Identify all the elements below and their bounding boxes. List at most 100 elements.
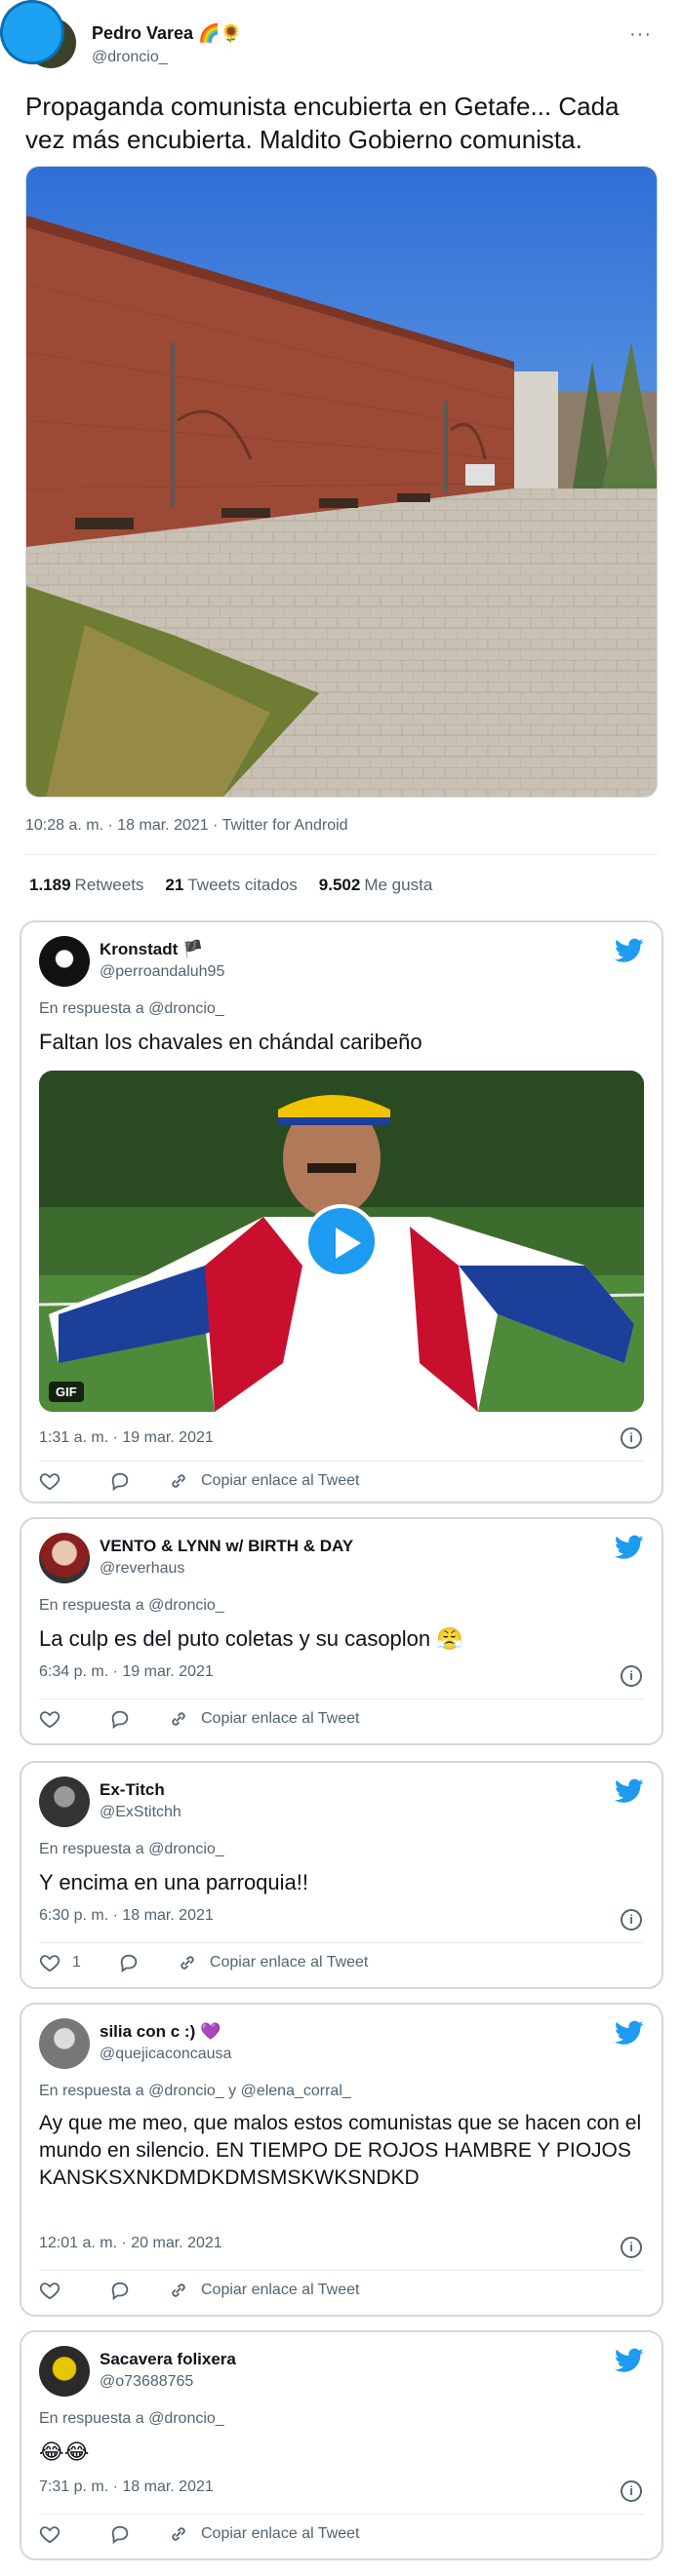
link-icon — [172, 2283, 185, 2297]
info-icon[interactable]: i — [621, 2237, 642, 2258]
play-icon[interactable] — [304, 1204, 379, 1278]
like-button[interactable] — [39, 1470, 72, 1492]
avatar[interactable] — [39, 936, 90, 987]
like-button[interactable] — [39, 2523, 72, 2545]
twitter-bird-icon[interactable] — [615, 1778, 644, 1804]
likes-stat[interactable]: 9.502 Me gusta — [319, 876, 432, 895]
heart-icon — [39, 1711, 60, 1729]
divider — [39, 2270, 644, 2271]
like-button[interactable] — [39, 2280, 72, 2301]
reply-button[interactable] — [109, 2280, 131, 2301]
more-icon[interactable]: ··· — [629, 23, 652, 46]
author-handle[interactable]: @o73688765 — [100, 2373, 193, 2391]
info-icon[interactable]: i — [621, 1427, 642, 1449]
heart-icon — [39, 1955, 60, 1972]
tweet-timestamp[interactable]: 12:01 a. m. · 20 mar. 2021 — [39, 2235, 222, 2252]
reply-icon — [111, 1710, 129, 1730]
reply-context[interactable]: En respuesta a @droncio_ — [39, 1597, 224, 1615]
gif-badge: GIF — [49, 1382, 84, 1402]
reply-context[interactable]: En respuesta a @droncio_ y @elena_corral… — [39, 2083, 351, 2100]
gif-media[interactable]: GIF — [39, 1071, 644, 1412]
copy-link-button[interactable]: Copiar enlace al Tweet — [177, 1952, 368, 1973]
reply-text: Faltan los chavales en chándal caribeño — [39, 1030, 422, 1054]
reply-card[interactable]: Ex-Titch @ExStitchh En respuesta a @dron… — [20, 1761, 663, 1989]
main-tweet-header: Pedro Varea 🌈🌻 @droncio_ ··· — [25, 14, 658, 72]
quotes-stat[interactable]: 21 Tweets citados — [165, 876, 297, 895]
link-icon — [181, 1956, 194, 1970]
author-handle[interactable]: @quejicaconcausa — [100, 2046, 231, 2063]
tweet-actions: Copiar enlace al Tweet — [39, 1470, 359, 1492]
copy-link-button[interactable]: Copiar enlace al Tweet — [168, 2280, 359, 2301]
heart-icon — [39, 2283, 60, 2300]
tweet-actions: Copiar enlace al Tweet — [39, 1708, 359, 1730]
tweet-timestamp[interactable]: 7:31 p. m. · 18 mar. 2021 — [39, 2478, 214, 2496]
copy-link-button[interactable]: Copiar enlace al Tweet — [168, 2523, 359, 2545]
author-handle[interactable]: @reverhaus — [100, 1560, 184, 1578]
reply-card[interactable]: VENTO & LYNN w/ BIRTH & DAY @reverhaus E… — [20, 1517, 663, 1745]
like-button[interactable] — [39, 1708, 72, 1730]
tweet-timestamp[interactable]: 6:30 p. m. · 18 mar. 2021 — [39, 1907, 214, 1925]
divider — [39, 1942, 644, 1943]
avatar[interactable] — [39, 1776, 90, 1827]
tweet-actions: 1 Copiar enlace al Tweet — [39, 1952, 368, 1973]
divider — [39, 1698, 644, 1699]
tweet-timestamp[interactable]: 6:34 p. m. · 19 mar. 2021 — [39, 1663, 214, 1681]
reply-text: Y encima en una parroquia!! — [39, 1870, 308, 1894]
avatar[interactable] — [39, 2018, 90, 2069]
reply-card[interactable]: silia con c :) 💜 @quejicaconcausa En res… — [20, 2003, 663, 2317]
reply-text: Ay que me meo, que malos estos comunista… — [39, 2112, 642, 2189]
link-icon — [172, 1474, 185, 1488]
twitter-bird-icon[interactable] — [615, 1535, 644, 1560]
twitter-bird-icon[interactable] — [615, 2348, 644, 2373]
reply-context[interactable]: En respuesta a @droncio_ — [39, 1000, 224, 1018]
reply-button[interactable] — [118, 1952, 140, 1973]
divider — [25, 854, 658, 855]
author-name[interactable]: silia con c :) 💜 — [100, 2022, 221, 2042]
like-button[interactable]: 1 — [39, 1952, 81, 1973]
author-name[interactable]: Ex-Titch — [100, 1780, 165, 1800]
reply-context[interactable]: En respuesta a @droncio_ — [39, 1841, 224, 1858]
copy-link-button[interactable]: Copiar enlace al Tweet — [168, 1708, 359, 1730]
author-name[interactable]: Pedro Varea 🌈🌻 — [92, 23, 242, 44]
twitter-bird-icon[interactable] — [615, 938, 644, 963]
author-handle[interactable]: @droncio_ — [92, 49, 168, 66]
tweet-actions: Copiar enlace al Tweet — [39, 2280, 359, 2301]
reply-button[interactable] — [109, 2523, 131, 2545]
link-icon — [172, 1712, 185, 1726]
reply-context[interactable]: En respuesta a @droncio_ — [39, 2410, 224, 2428]
reply-button[interactable] — [109, 1470, 131, 1492]
reply-card[interactable]: Sacavera folixera @o73688765 En respuest… — [20, 2330, 663, 2560]
heart-icon — [39, 2526, 60, 2544]
author-name[interactable]: Kronstadt 🏴 — [100, 940, 203, 959]
reply-card[interactable]: Kronstadt 🏴 @perroandaluh95 En respuesta… — [20, 920, 663, 1503]
reply-text: 😂😂 — [39, 2439, 90, 2464]
reply-button[interactable] — [109, 1708, 131, 1730]
divider — [39, 1461, 644, 1462]
heart-icon — [39, 1473, 60, 1491]
author-name[interactable]: VENTO & LYNN w/ BIRTH & DAY — [100, 1537, 353, 1556]
tweet-timestamp[interactable]: 1:31 a. m. · 19 mar. 2021 — [39, 1429, 214, 1447]
tweet-text: Propaganda comunista encubierta en Getaf… — [25, 92, 620, 154]
copy-link-button[interactable]: Copiar enlace al Tweet — [168, 1470, 359, 1492]
reply-text: La culp es del puto coletas y su casoplo… — [39, 1626, 463, 1651]
tweet-timestamp[interactable]: 10:28 a. m. · 18 mar. 2021 · Twitter for… — [25, 817, 348, 835]
avatar[interactable] — [39, 1533, 90, 1583]
link-icon — [172, 2527, 185, 2541]
retweets-stat[interactable]: 1.189 Retweets — [29, 876, 143, 895]
reply-icon — [111, 2282, 129, 2301]
author-handle[interactable]: @ExStitchh — [100, 1804, 181, 1821]
info-icon[interactable]: i — [621, 2480, 642, 2502]
author-name[interactable]: Sacavera folixera — [100, 2350, 236, 2369]
author-handle[interactable]: @perroandaluh95 — [100, 963, 224, 981]
twitter-bird-icon[interactable] — [615, 2020, 644, 2046]
avatar[interactable] — [39, 2346, 90, 2397]
info-icon[interactable]: i — [621, 1665, 642, 1687]
info-icon[interactable]: i — [621, 1909, 642, 1931]
reply-icon — [111, 2525, 129, 2545]
tweet-actions: Copiar enlace al Tweet — [39, 2523, 359, 2545]
tweet-photo[interactable] — [25, 166, 658, 798]
tweet-stats: 1.189 Retweets 21 Tweets citados 9.502 Me g… — [29, 876, 432, 895]
reply-icon — [111, 1472, 129, 1492]
divider — [39, 2514, 644, 2515]
reply-icon — [120, 1954, 138, 1973]
